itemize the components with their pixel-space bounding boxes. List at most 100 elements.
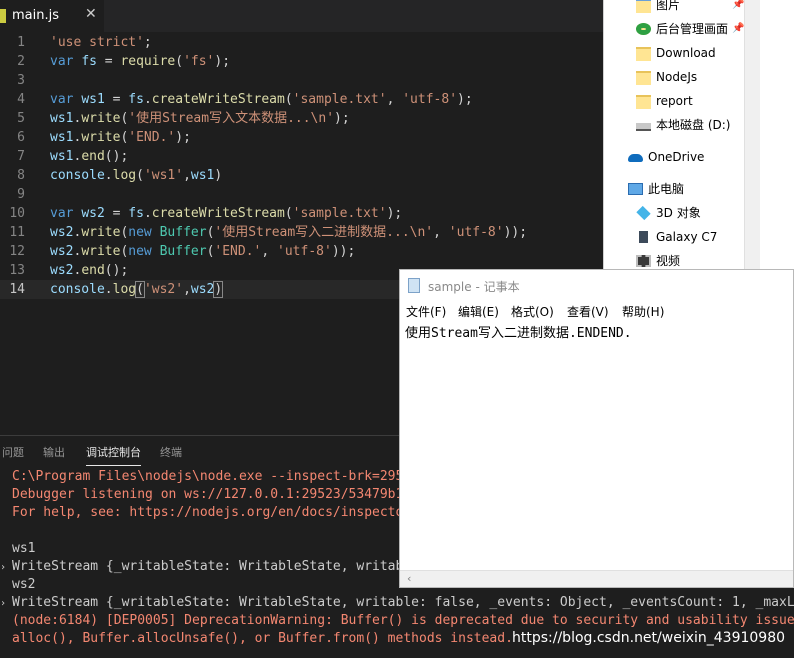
onedrive-icon [628, 154, 643, 162]
code-token: , [433, 225, 449, 240]
editor-tab-main-js[interactable]: main.js ✕ [0, 0, 104, 32]
code-token: write [81, 244, 121, 259]
folder-icon [636, 71, 651, 85]
code-token: Buffer [159, 225, 207, 240]
phone-icon [639, 231, 648, 243]
code-token: = [104, 206, 129, 221]
menu-format[interactable]: 格式(O) [511, 303, 554, 320]
notepad-text-area[interactable]: 使用Stream写入二进制数据.ENDEND. [405, 322, 632, 341]
nav-item-label: NodeJs [656, 70, 698, 84]
line-source: var ws2 = fs.createWriteStream('sample.t… [50, 204, 402, 223]
code-token: ( [175, 54, 184, 69]
line-number: 12 [9, 244, 25, 259]
code-token: '使用Stream写入文本数据...\n' [128, 111, 335, 126]
folder-icon [636, 47, 651, 61]
line-source: ws1.write('使用Stream写入文本数据...\n'); [50, 109, 350, 128]
line-number: 3 [17, 73, 25, 88]
code-token: ws2 [50, 263, 74, 278]
scroll-left-icon[interactable]: ‹ [406, 572, 413, 585]
nav-item-label: 3D 对象 [656, 206, 701, 220]
horizontal-scrollbar[interactable]: ‹ [400, 570, 793, 587]
code-token: . [143, 206, 152, 221]
line-source: console.log('ws1',ws1) [50, 166, 222, 185]
code-token: ); [386, 206, 403, 221]
tab-label: main.js [12, 8, 59, 23]
close-icon[interactable]: ✕ [85, 6, 97, 22]
code-line[interactable]: 7 ws1.end(); [0, 147, 603, 166]
line-number: 10 [9, 206, 25, 221]
nav-item-label: Download [656, 46, 716, 60]
code-token: 'ws2' [143, 282, 184, 297]
menu-view[interactable]: 查看(V) [567, 303, 609, 320]
code-token: 'use strict' [50, 35, 144, 50]
code-line[interactable]: 3 [0, 71, 603, 90]
code-token: ); [175, 130, 191, 145]
line-source: 'use strict'; [50, 33, 152, 52]
code-token: 'utf-8' [277, 244, 332, 259]
code-line[interactable]: 11 ws2.write(new Buffer('使用Stream写入二进制数据.… [0, 223, 603, 242]
expand-arrow-icon[interactable]: › [0, 598, 6, 609]
console-line: For help, see: https://nodejs.org/en/doc… [12, 505, 412, 520]
code-token: ws1 [50, 149, 74, 164]
code-line[interactable]: 8 console.log('ws1',ws1) [0, 166, 603, 185]
code-token: write [81, 225, 121, 240]
code-token: end [81, 149, 105, 164]
code-token: fs [128, 92, 144, 107]
code-token: ws2 [50, 225, 74, 240]
code-line[interactable]: 4 var ws1 = fs.createWriteStream('sample.… [0, 90, 603, 109]
line-number: 11 [9, 225, 25, 240]
code-token: ws2 [81, 206, 105, 221]
menu-help[interactable]: 帮助(H) [622, 303, 664, 320]
expand-arrow-icon[interactable]: › [0, 562, 6, 573]
code-token: (); [104, 149, 129, 164]
code-token: fs [81, 54, 97, 69]
nav-item-label: 此电脑 [648, 182, 685, 196]
console-line: ws1 [12, 541, 36, 556]
console-line: (node:6184) [DEP0005] DeprecationWarning… [12, 613, 794, 628]
code-token: 'END.' [214, 244, 262, 259]
computer-icon [628, 183, 643, 195]
code-token: log [112, 168, 137, 183]
line-source: ws2.end(); [50, 261, 128, 280]
notepad-icon [408, 278, 420, 293]
console-line[interactable]: WriteStream {_writableState: WritableSta… [12, 594, 794, 612]
code-line[interactable]: 6 ws1.write('END.'); [0, 128, 603, 147]
pin-icon: 📌 [732, 0, 745, 10]
3d-objects-icon [636, 205, 651, 221]
code-line[interactable]: 1 'use strict'; [0, 33, 603, 52]
code-token: ws1 [50, 111, 74, 126]
code-line[interactable]: 12 ws2.write(new Buffer('END.', 'utf-8'))… [0, 242, 603, 261]
code-token: )); [503, 225, 528, 240]
window-title: sample - 记事本 [428, 280, 520, 294]
code-token: ws1 [50, 130, 74, 145]
menu-edit[interactable]: 编辑(E) [458, 303, 499, 320]
line-number: 7 [17, 149, 25, 164]
tab-output[interactable]: 输出 [43, 444, 65, 460]
synced-folder-icon [636, 23, 651, 35]
code-line[interactable]: 9 [0, 185, 603, 204]
menu-file[interactable]: 文件(F) [406, 303, 446, 320]
pictures-folder-icon [636, 0, 651, 13]
tab-terminal[interactable]: 终端 [160, 444, 182, 460]
code-token: require [120, 54, 176, 69]
code-token: 'utf-8' [448, 225, 504, 240]
line-source: ws2.write(new Buffer('END.', 'utf-8')); [50, 242, 355, 261]
line-number: 6 [17, 130, 25, 145]
nav-item-label: OneDrive [648, 150, 705, 164]
code-token: , [183, 168, 191, 183]
line-number: 2 [17, 54, 25, 69]
code-line[interactable]: 5 ws1.write('使用Stream写入文本数据...\n'); [0, 109, 603, 128]
watermark-url: https://blog.csdn.net/weixin_43910980 [512, 630, 786, 646]
tab-debug-console[interactable]: 调试控制台 [86, 444, 141, 466]
tab-problems[interactable]: 问题 [2, 444, 24, 460]
notepad-title-bar[interactable]: sample - 记事本 [400, 270, 793, 300]
code-token: 'fs' [183, 54, 215, 69]
code-token: = [104, 92, 129, 107]
code-token: . [143, 92, 152, 107]
folder-icon [636, 95, 651, 109]
code-token: var [50, 206, 82, 221]
code-lines[interactable]: 1'use strict'; 2 var fs = require('fs'); 3 4… [0, 33, 603, 299]
code-line[interactable]: 10 var ws2 = fs.createWriteStream('sample… [0, 204, 603, 223]
code-line[interactable]: 2 var fs = require('fs'); [0, 52, 603, 71]
code-token: ); [214, 54, 231, 69]
